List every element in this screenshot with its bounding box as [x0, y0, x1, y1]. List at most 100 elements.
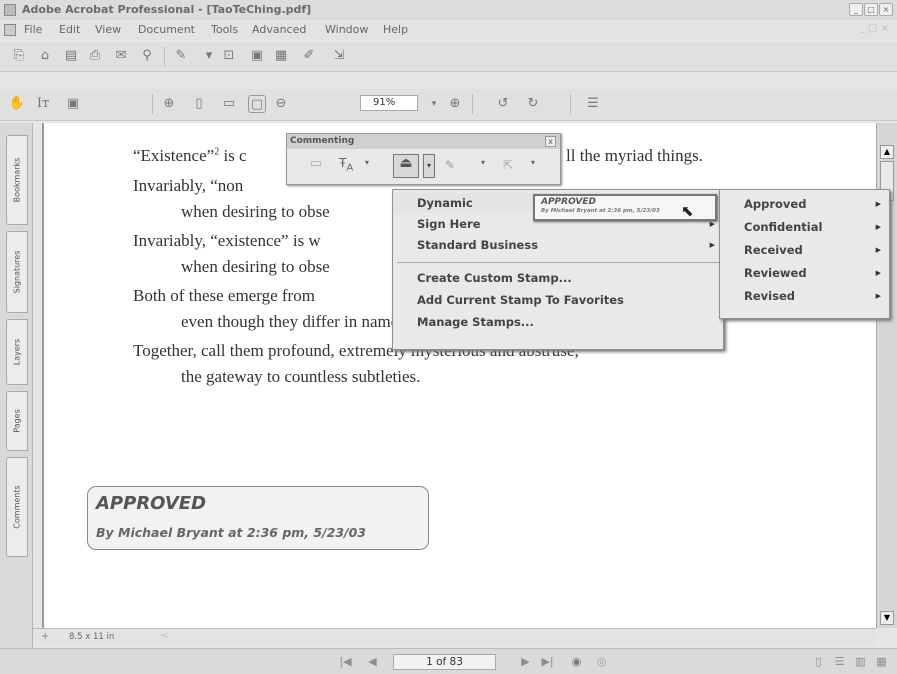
add-current-stamp-item[interactable]: Add Current Stamp To Favorites [393, 290, 723, 310]
save-icon[interactable]: ▤ [62, 47, 80, 65]
text-line: “Existence”2 is c [133, 146, 247, 165]
search-icon[interactable]: ⚲ [138, 47, 156, 65]
tab-signatures[interactable]: Signatures [6, 231, 28, 313]
create-pdf-icon[interactable]: ⎘ [10, 47, 28, 65]
email-icon[interactable]: ✉ [112, 47, 130, 65]
note-icon[interactable]: ▭ [305, 156, 327, 176]
facing-icon[interactable]: ▥ [853, 654, 868, 669]
menu-item-standard-business[interactable]: Standard Business ▶ [393, 235, 723, 255]
horizontal-scrollbar[interactable]: + 8.5 x 11 in < [33, 628, 876, 646]
submenu-item-confidential[interactable]: Confidential ▶ [720, 217, 889, 237]
submenu-item-approved[interactable]: Approved ▶ [720, 194, 889, 214]
commenting-title: Commenting [287, 134, 560, 149]
select-text-icon[interactable]: Iт [34, 95, 52, 113]
submenu-item-reviewed[interactable]: Reviewed ▶ [720, 263, 889, 283]
attach-icon[interactable]: ⇱ [503, 158, 513, 172]
menu-advanced[interactable]: Advanced [252, 23, 306, 36]
page-size-label: 8.5 x 11 in [69, 632, 115, 642]
forms-icon[interactable]: ▦ [272, 47, 290, 65]
hand-tool-icon[interactable]: ✋ [8, 95, 26, 113]
scroll-up-icon[interactable]: ▲ [880, 145, 894, 159]
commenting-toolbar: Commenting x ▭ ŦA ▾ ⏏ ▾ ✎ ▾ ⇱ ▾ [286, 133, 561, 185]
stamp-byline: By Michael Bryant at 2:36 pm, 5/23/03 [96, 525, 367, 540]
print-icon[interactable]: ⎙ [86, 47, 104, 65]
tab-layers[interactable]: Layers [6, 319, 28, 385]
next-page-icon[interactable]: ▶ [518, 654, 533, 669]
maximize-button[interactable]: □ [864, 3, 878, 16]
open-icon[interactable]: ⌂ [36, 47, 54, 65]
next-view-icon[interactable]: ◎ [594, 654, 609, 669]
menu-file[interactable]: File [24, 23, 42, 36]
menu-edit[interactable]: Edit [59, 23, 80, 36]
text-edits-icon[interactable]: ŦA [339, 156, 363, 176]
continuous-facing-icon[interactable]: ▦ [874, 654, 889, 669]
mouse-pointer-icon: ⬉ [681, 202, 694, 220]
chevron-down-icon[interactable]: ▾ [425, 95, 443, 113]
submenu-item-received[interactable]: Received ▶ [720, 240, 889, 260]
menu-bar: File Edit View Document Tools Advanced W… [0, 20, 897, 40]
actual-size-icon[interactable]: ▯ [190, 95, 208, 113]
expand-icon[interactable]: + [41, 631, 49, 642]
previous-page-icon[interactable]: ◀ [365, 654, 380, 669]
continuous-icon[interactable]: ☰ [832, 654, 847, 669]
stamp-preview[interactable]: APPROVED By Michael Bryant at 2:36 pm, 5… [533, 194, 717, 221]
chevron-down-icon[interactable]: ▾ [365, 158, 369, 167]
menu-document[interactable]: Document [138, 23, 195, 36]
close-button[interactable]: × [879, 3, 893, 16]
single-page-icon[interactable]: ▯ [811, 654, 826, 669]
menu-view[interactable]: View [95, 23, 121, 36]
last-page-icon[interactable]: ▶| [540, 654, 555, 669]
page-number-field[interactable]: 1 of 83 [393, 654, 496, 670]
chevron-down-icon[interactable]: ▾ [200, 47, 218, 65]
manage-stamps-item[interactable]: Manage Stamps... [393, 312, 723, 332]
chevron-down-icon[interactable]: ▾ [481, 158, 485, 167]
dynamic-submenu: Approved ▶ Confidential ▶ Received ▶ Review… [719, 189, 890, 319]
tab-bookmarks[interactable]: Bookmarks [6, 135, 28, 225]
status-bar: |◀ ◀ 1 of 83 ▶ ▶| ◉ ◎ ▯ ☰ ▥ ▦ [0, 648, 897, 674]
preview-byline: By Michael Bryant at 2:36 pm, 5/23/03 [541, 208, 660, 214]
select-icon[interactable]: ⇲ [330, 47, 348, 65]
scroll-left-icon[interactable]: < [161, 631, 169, 641]
submenu-item-revised[interactable]: Revised ▶ [720, 286, 889, 306]
menu-tools[interactable]: Tools [211, 23, 238, 36]
highlight-icon[interactable]: ✎ [445, 158, 455, 172]
stamp-tool-icon[interactable]: ⏏ [393, 154, 419, 178]
sign-icon[interactable]: ✎ [172, 47, 190, 65]
tab-pages[interactable]: Pages [6, 391, 28, 451]
zoom-plus-icon[interactable]: ⊕ [446, 95, 464, 113]
chevron-down-icon[interactable]: ▾ [531, 158, 535, 167]
navigation-pane: Bookmarks Signatures Layers Pages Commen… [0, 123, 33, 648]
fit-width-icon[interactable]: ▢ [248, 95, 266, 113]
window-controls: _ □ × [849, 3, 893, 16]
create-custom-stamp-item[interactable]: Create Custom Stamp... [393, 268, 723, 288]
rotate-left-icon[interactable]: ↺ [494, 95, 512, 113]
window-title: Adobe Acrobat Professional - [TaoTeChing… [22, 3, 312, 16]
scroll-down-icon[interactable]: ▼ [880, 611, 894, 625]
stamp-dropdown-icon[interactable]: ▾ [423, 154, 435, 178]
tab-comments[interactable]: Comments [6, 457, 28, 557]
menu-help[interactable]: Help [383, 23, 408, 36]
approved-stamp[interactable]: APPROVED By Michael Bryant at 2:36 pm, 5… [87, 486, 429, 550]
rotate-right-icon[interactable]: ↻ [524, 95, 542, 113]
pen-icon[interactable]: ✐ [300, 47, 318, 65]
menu-window[interactable]: Window [325, 23, 368, 36]
secure-icon[interactable]: ⊡ [220, 47, 238, 65]
minimize-button[interactable]: _ [849, 3, 863, 16]
file-toolbar: ⎘ ⌂ ▤ ⎙ ✉ ⚲ ✎ ▾ ⊡ ▣ ▦ ✐ ⇲ [0, 42, 897, 72]
close-icon[interactable]: x [545, 136, 556, 147]
text-line: Both of these emerge from [133, 286, 315, 305]
first-page-icon[interactable]: |◀ [338, 654, 353, 669]
snapshot-icon[interactable]: ▣ [64, 95, 82, 113]
fit-page-icon[interactable]: ▭ [220, 95, 238, 113]
text-line: the gateway to countless subtleties. [181, 367, 421, 386]
doc-window-controls[interactable]: _ □ × [860, 23, 889, 34]
zoom-in-icon[interactable]: ⊕ [160, 95, 178, 113]
acrobat-window: Adobe Acrobat Professional - [TaoTeChing… [0, 0, 897, 674]
zoom-out-icon[interactable]: ⊖ [272, 95, 290, 113]
zoom-field[interactable]: 91% [360, 95, 418, 111]
previous-view-icon[interactable]: ◉ [569, 654, 584, 669]
text-line: even though they differ in name. [181, 312, 403, 331]
review-icon[interactable]: ▣ [248, 47, 266, 65]
tab-pages-label: Pages [12, 409, 22, 433]
layout-icon[interactable]: ☰ [584, 95, 602, 113]
